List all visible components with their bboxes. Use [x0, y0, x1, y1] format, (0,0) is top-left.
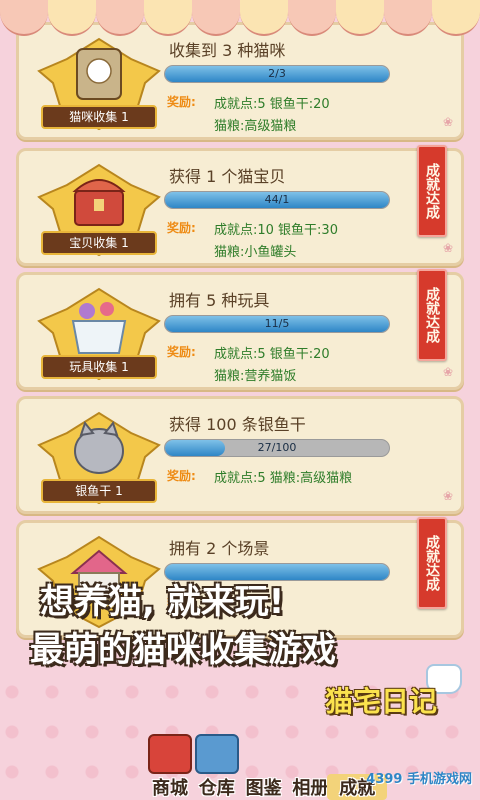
album-icon	[288, 734, 332, 774]
achievement-badge: 银鱼干 1	[37, 405, 161, 509]
reward-line-2: 猫粮:高级猫粮	[214, 119, 297, 134]
progress-text: 2/3	[268, 67, 286, 80]
badge-label: 宝贝收集 1	[41, 231, 157, 255]
achievement-badge: 猫咪收集 1	[37, 31, 161, 135]
shop-icon	[148, 734, 192, 774]
paw-icon: ❀	[442, 241, 453, 255]
achievement-goal: 拥有 5 种玩具	[169, 291, 270, 310]
reward-label: 奖励:	[167, 221, 196, 235]
progress-bar: 2/3	[164, 65, 390, 83]
progress-bar: 11/5	[164, 315, 390, 333]
reward-line-2: 猫粮:小鱼罐头	[214, 245, 297, 260]
reward-label: 奖励:	[167, 95, 196, 109]
achievement-card[interactable]: 玩具收集 1 拥有 5 种玩具 11/5 奖励: 成就点:5 银鱼干:20 猫粮…	[16, 269, 464, 390]
progress-bar: 27/100	[164, 439, 390, 457]
reward-label: 奖励:	[167, 345, 196, 359]
bottom-nav: 商城 仓库 图鉴 相册 成就	[0, 734, 480, 800]
book-icon	[242, 734, 286, 774]
slogan-line-1: 想养猫, 就来玩!	[40, 582, 285, 622]
top-awning	[0, 0, 480, 36]
progress-text: 44/1	[264, 193, 290, 206]
reward-line-1: 成就点:5 猫粮:高级猫粮	[214, 471, 353, 486]
achievement-card[interactable]: 猫咪收集 1 收集到 3 种猫咪 2/3 奖励: 成就点:5 银鱼干:20 猫粮…	[16, 22, 464, 140]
promo-slogan: 想养猫, 就来玩! 最萌的猫咪收集游戏	[30, 578, 450, 674]
progress-text: 27/100	[257, 441, 297, 454]
nav-collection[interactable]: 图鉴	[234, 734, 282, 800]
reward-label: 奖励:	[167, 469, 196, 483]
game-logo: 猫宅日记	[296, 664, 466, 734]
badge-label: 玩具收集 1	[41, 355, 157, 379]
achievement-goal: 拥有 2 个场景	[169, 539, 270, 558]
nav-warehouse[interactable]: 仓库	[187, 734, 239, 800]
paw-icon: ❀	[442, 115, 453, 129]
nav-shop[interactable]: 商城	[140, 734, 192, 800]
achievement-goal: 获得 1 个猫宝贝	[169, 167, 286, 186]
achievement-badge: 玩具收集 1	[37, 281, 161, 385]
warehouse-icon	[194, 734, 239, 774]
achievement-goal: 获得 100 条银鱼干	[169, 415, 306, 434]
achievement-card[interactable]: 宝贝收集 1 获得 1 个猫宝贝 44/1 奖励: 成就点:10 银鱼干:30 …	[16, 145, 464, 266]
badge-label: 猫咪收集 1	[41, 105, 157, 129]
slogan-line-2: 最萌的猫咪收集游戏	[30, 630, 336, 670]
nav-achievement[interactable]: 成就	[327, 734, 388, 800]
watermark: 4399 手机游戏网	[366, 772, 472, 787]
nav-album[interactable]: 相册	[280, 734, 328, 800]
badge-label: 银鱼干 1	[41, 479, 157, 503]
achievement-complete-stamp: 成就达成	[417, 269, 447, 361]
paw-icon: ❀	[442, 365, 453, 379]
progress-bar: 44/1	[164, 191, 390, 209]
reward-line-1: 成就点:5 银鱼干:20	[214, 347, 330, 362]
reward-line-2: 猫粮:营养猫饭	[214, 369, 297, 384]
progress-text: 11/5	[264, 317, 290, 330]
achievement-complete-stamp: 成就达成	[417, 145, 447, 237]
reward-line-1: 成就点:10 银鱼干:30	[214, 223, 338, 238]
achievement-badge: 宝贝收集 1	[37, 157, 161, 261]
reward-line-1: 成就点:5 银鱼干:20	[214, 97, 330, 112]
achievement-card[interactable]: 银鱼干 1 获得 100 条银鱼干 27/100 奖励: 成就点:5 猫粮:高级…	[16, 396, 464, 514]
logo-text: 猫宅日记	[324, 685, 437, 718]
achievement-goal: 收集到 3 种猫咪	[169, 41, 286, 60]
paw-icon: ❀	[442, 489, 453, 503]
